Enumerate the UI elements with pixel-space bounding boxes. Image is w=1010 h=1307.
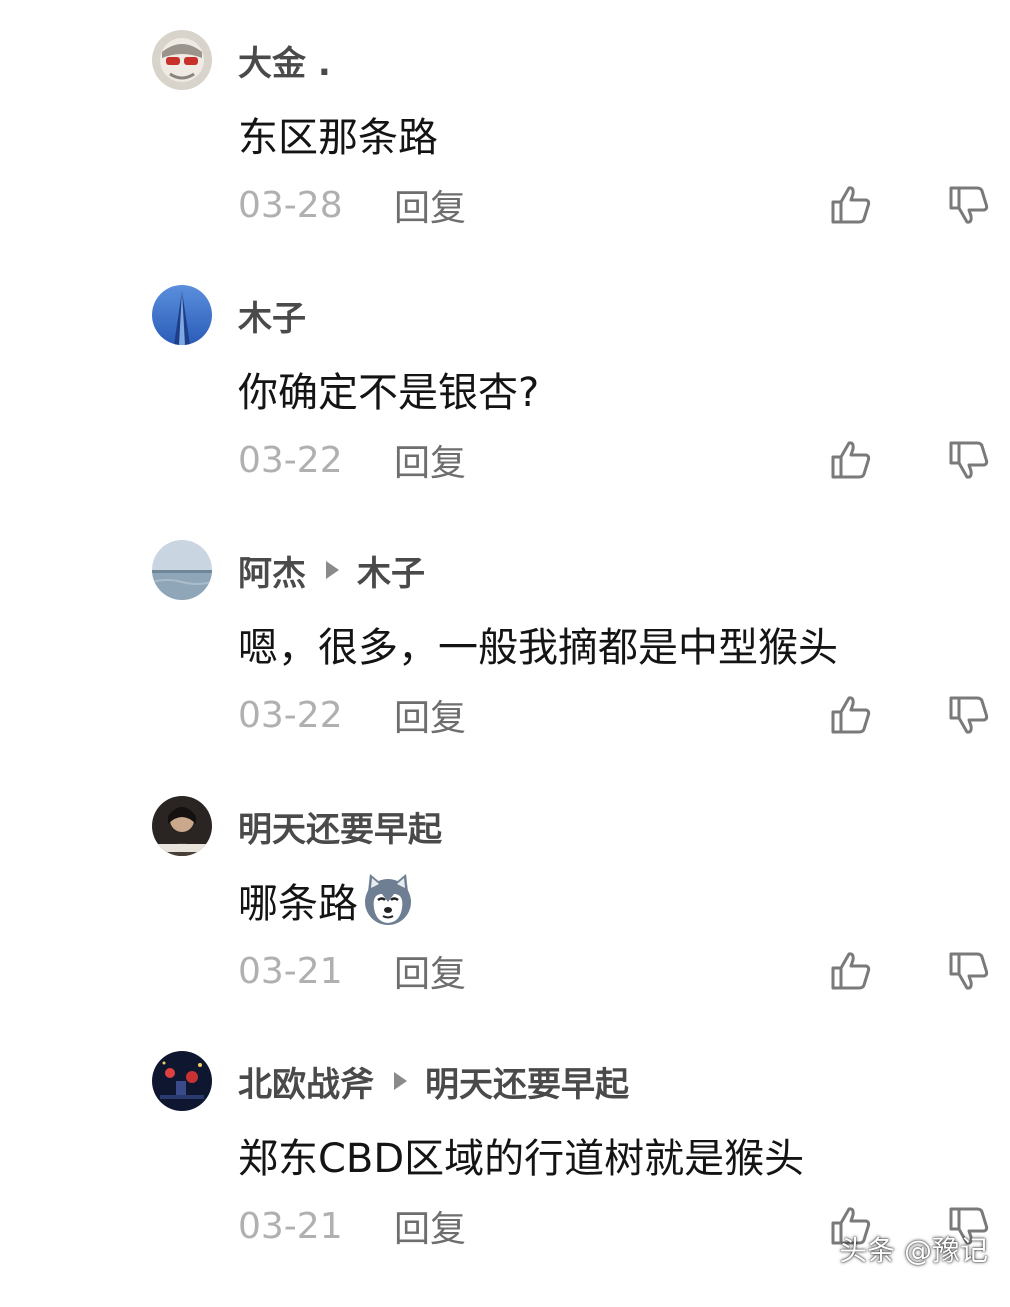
thumbs-up-icon[interactable] xyxy=(830,184,872,226)
reply-to-username[interactable]: 木子 xyxy=(357,546,425,595)
reply-button[interactable]: 回复 xyxy=(394,434,466,486)
comment-date: 03-22 xyxy=(238,694,343,736)
user-avatar[interactable] xyxy=(152,30,212,90)
comment-text: 哪条路 xyxy=(238,881,358,927)
reply-button[interactable]: 回复 xyxy=(394,689,466,741)
comment-text: 你确定不是银杏? xyxy=(238,370,540,416)
watermark: 头条 @豫记 xyxy=(839,1234,988,1267)
comment-text: 郑东CBD区域的行道树就是猴头 xyxy=(238,1136,805,1182)
username[interactable]: 北欧战斧 xyxy=(238,1057,374,1106)
reply-arrow-icon xyxy=(394,1072,407,1090)
comment-item: 木子 你确定不是银杏? 03-22 回复 xyxy=(0,285,1010,541)
thumbs-down-icon[interactable] xyxy=(948,184,990,226)
reply-button[interactable]: 回复 xyxy=(394,1200,466,1252)
comment-date: 03-21 xyxy=(238,950,343,992)
thumbs-up-icon[interactable] xyxy=(830,950,872,992)
username[interactable]: 大金 . xyxy=(238,36,331,85)
reply-arrow-icon xyxy=(326,561,339,579)
user-avatar[interactable] xyxy=(152,540,212,600)
reply-button[interactable]: 回复 xyxy=(394,945,466,997)
thumbs-up-icon[interactable] xyxy=(830,694,872,736)
comment-date: 03-22 xyxy=(238,439,343,481)
user-avatar[interactable] xyxy=(152,1051,212,1111)
reply-to-username[interactable]: 明天还要早起 xyxy=(425,1057,629,1106)
thumbs-down-icon[interactable] xyxy=(948,950,990,992)
comment-text: 嗯，很多，一般我摘都是中型猴头 xyxy=(238,625,838,671)
user-avatar[interactable] xyxy=(152,285,212,345)
user-avatar[interactable] xyxy=(152,796,212,856)
comment-date: 03-21 xyxy=(238,1205,343,1247)
username[interactable]: 明天还要早起 xyxy=(238,802,442,851)
comment-item: 明天还要早起 哪条路 03-21 回复 xyxy=(0,796,1010,1052)
husky-dog-emoji xyxy=(360,872,416,928)
comment-text: 东区那条路 xyxy=(238,115,438,161)
username[interactable]: 木子 xyxy=(238,291,306,340)
thumbs-down-icon[interactable] xyxy=(948,439,990,481)
comment-item: 阿杰 木子 嗯，很多，一般我摘都是中型猴头 03-22 回复 xyxy=(0,540,1010,796)
thumbs-up-icon[interactable] xyxy=(830,439,872,481)
reply-button[interactable]: 回复 xyxy=(394,179,466,231)
comment-item: 大金 . 东区那条路 03-28 回复 xyxy=(0,30,1010,286)
thumbs-down-icon[interactable] xyxy=(948,694,990,736)
comment-date: 03-28 xyxy=(238,184,343,226)
username[interactable]: 阿杰 xyxy=(238,546,306,595)
